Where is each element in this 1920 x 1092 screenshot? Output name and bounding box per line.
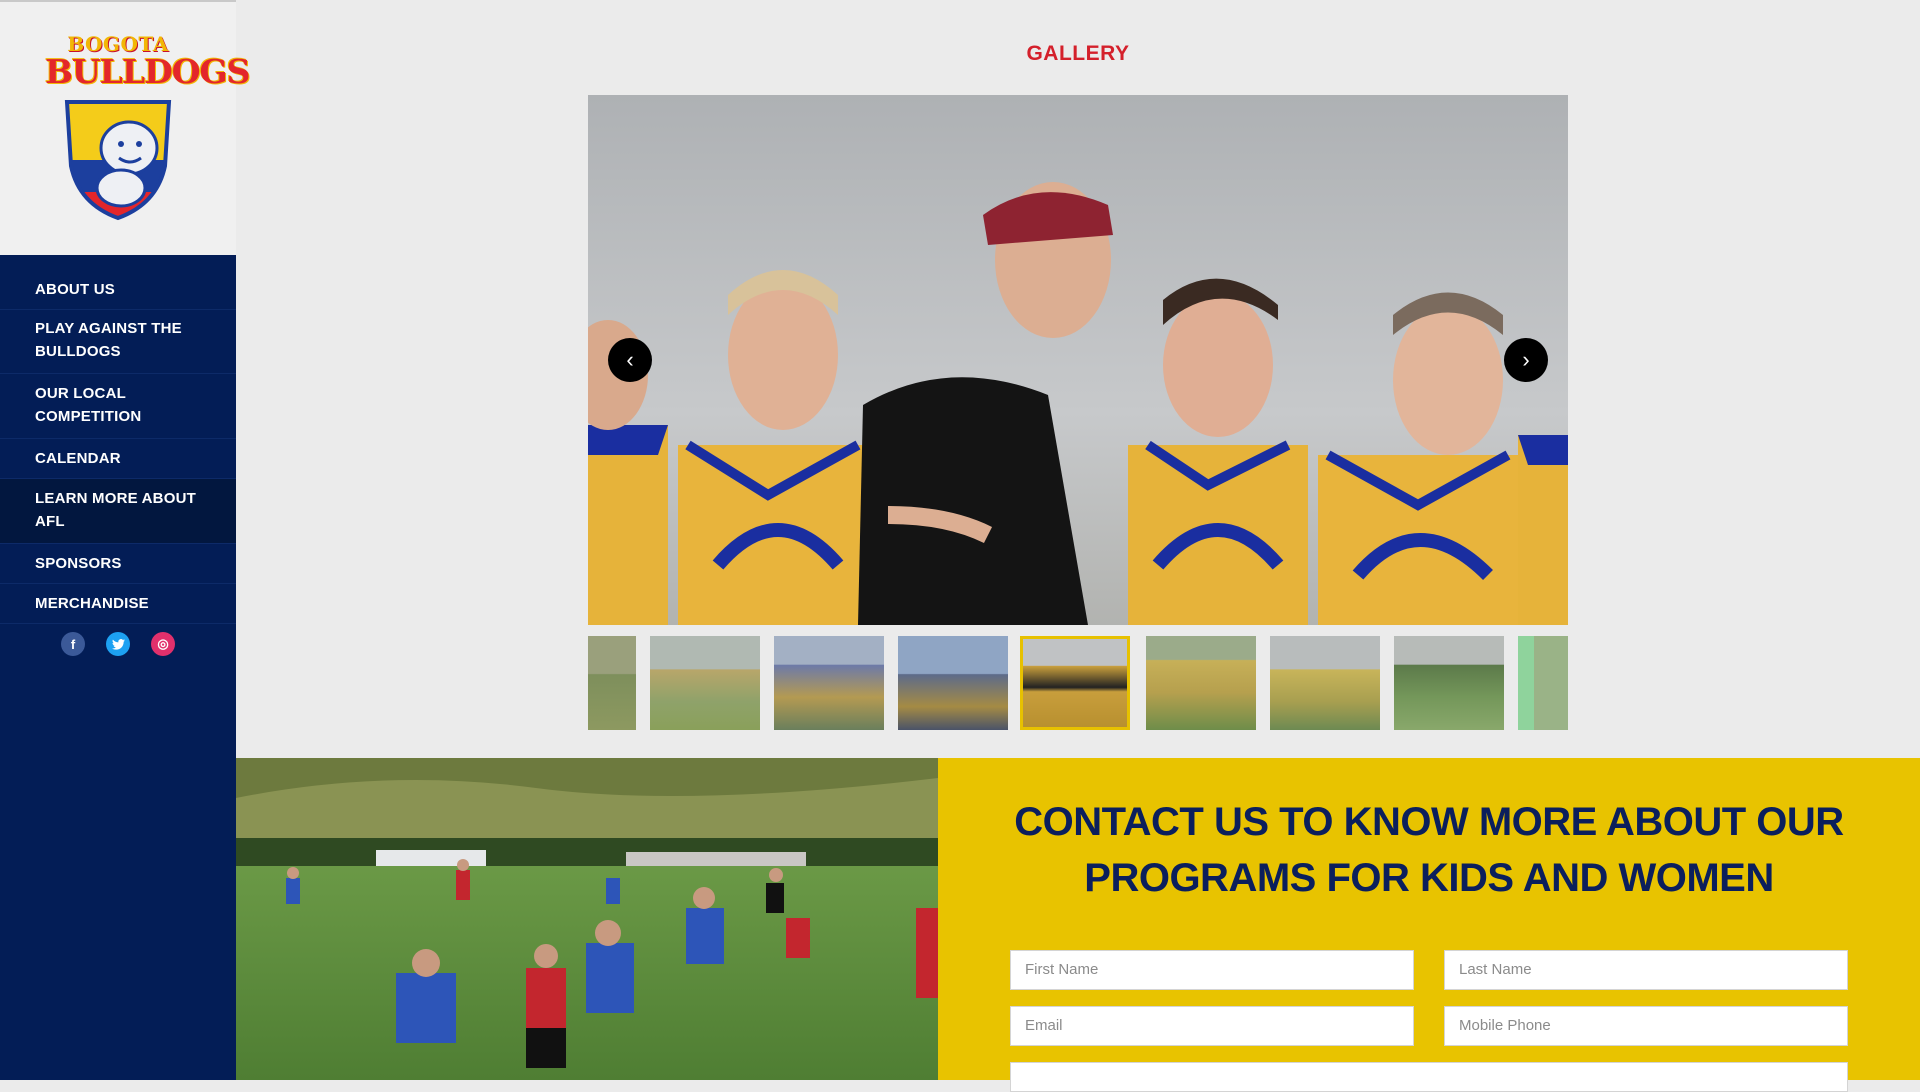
mobile-phone-field[interactable]: Mobile Phone	[1444, 1006, 1848, 1046]
message-field[interactable]	[1010, 1062, 1848, 1092]
gallery-thumbnail[interactable]	[1394, 636, 1504, 730]
nav-our-local-competition[interactable]: OUR LOCAL COMPETITION	[0, 374, 236, 439]
gallery-thumbnail[interactable]	[650, 636, 760, 730]
first-name-field[interactable]: First Name	[1010, 950, 1414, 990]
nav-play-against-the-bulldogs[interactable]: PLAY AGAINST THE BULLDOGS	[0, 310, 236, 374]
email-field[interactable]: Email	[1010, 1006, 1414, 1046]
logo-area: BOGOTA BULLDOGS	[0, 0, 250, 255]
nav-sponsors[interactable]: SPONSORS	[0, 544, 236, 584]
instagram-icon[interactable]: ◎	[151, 632, 175, 656]
gallery-title: GALLERY	[1026, 42, 1130, 65]
gallery-thumbnail[interactable]	[1146, 636, 1256, 730]
gallery-thumbnail[interactable]	[588, 636, 636, 730]
main-nav: ABOUT US PLAY AGAINST THE BULLDOGS OUR L…	[0, 270, 236, 624]
logo-text-main: BULLDOGS	[45, 52, 250, 91]
gallery-thumbnail-active[interactable]	[1020, 636, 1130, 730]
club-logo[interactable]: BOGOTA BULLDOGS	[45, 32, 250, 222]
contact-title-line-1: CONTACT US TO KNOW MORE ABOUT OUR	[1014, 800, 1844, 844]
nav-about-us[interactable]: ABOUT US	[0, 270, 236, 310]
gallery-thumbnail-strip	[588, 636, 1568, 730]
gallery-thumbnail[interactable]	[898, 636, 1008, 730]
nav-merchandise[interactable]: MERCHANDISE	[0, 584, 236, 624]
sidebar: BOGOTA BULLDOGS ABOUT US PLAY AGAINST TH…	[0, 0, 250, 1080]
contact-title: CONTACT US TO KNOW MORE ABOUT OUR PROGRA…	[938, 794, 1920, 906]
last-name-field[interactable]: Last Name	[1444, 950, 1848, 990]
gallery-thumbnail[interactable]	[1270, 636, 1380, 730]
nav-learn-more-about-afl[interactable]: LEARN MORE ABOUT AFL	[0, 479, 236, 544]
twitter-icon[interactable]	[106, 632, 130, 656]
nav-calendar[interactable]: CALENDAR	[0, 439, 236, 479]
gallery-thumbnail[interactable]	[774, 636, 884, 730]
gallery-next-button[interactable]: ›	[1504, 338, 1548, 382]
match-scene	[236, 758, 938, 1080]
gallery-thumbnail[interactable]	[1518, 636, 1568, 730]
gallery-prev-button[interactable]: ‹	[608, 338, 652, 382]
shield-emblem-icon	[64, 100, 172, 221]
facebook-icon[interactable]: f	[61, 632, 85, 656]
contact-title-line-2: PROGRAMS FOR KIDS AND WOMEN	[1084, 856, 1774, 900]
gallery-main-photo[interactable]	[588, 95, 1568, 625]
social-links: f ◎	[0, 632, 236, 656]
team-huddle-photo	[588, 182, 1568, 625]
contact-section: CONTACT US TO KNOW MORE ABOUT OUR PROGRA…	[938, 758, 1920, 1092]
match-action-photo	[236, 758, 938, 1080]
